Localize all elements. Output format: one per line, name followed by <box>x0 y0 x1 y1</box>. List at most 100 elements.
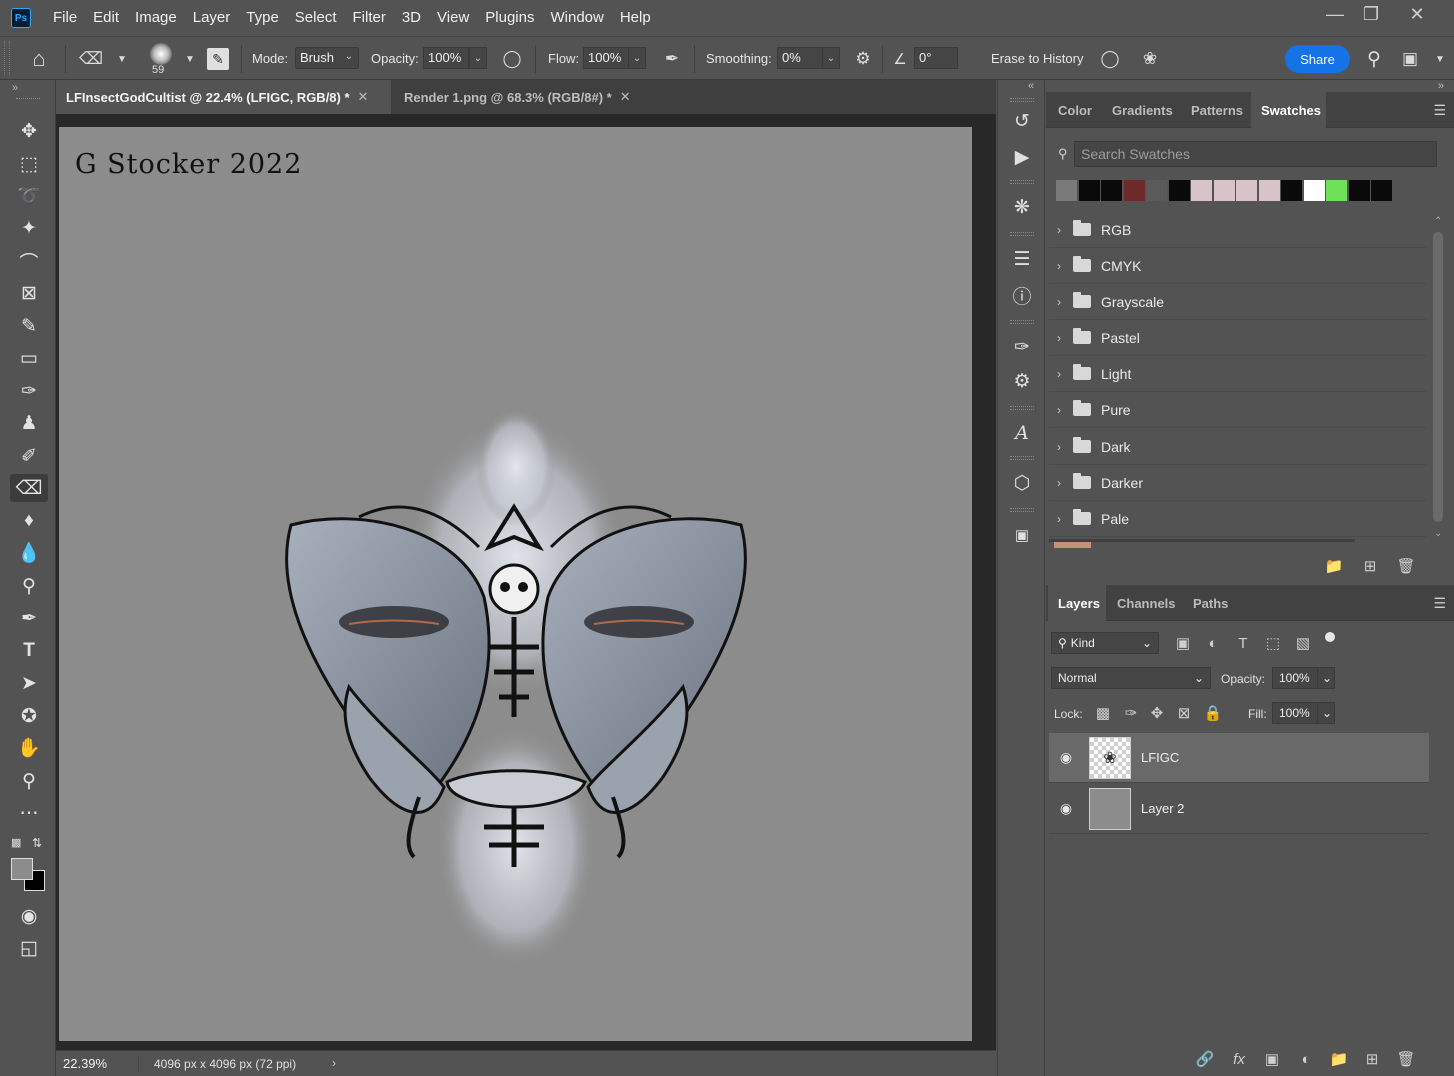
filter-type-icon[interactable]: T <box>1232 632 1254 654</box>
history-brush-tool-icon[interactable]: ✐ <box>10 442 48 470</box>
chevron-right-icon[interactable]: › <box>1049 259 1069 273</box>
pressure-size-icon[interactable]: ◯ <box>1098 47 1122 71</box>
flow-dropdown-icon[interactable]: ⌄ <box>628 47 646 69</box>
chevron-right-icon[interactable]: › <box>1049 295 1069 309</box>
angle-input[interactable]: 0° <box>914 47 958 69</box>
swatch-group-pastel[interactable]: › Pastel <box>1049 320 1426 356</box>
panel-menu-icon[interactable]: ☰ <box>1433 595 1446 612</box>
tab-paths[interactable]: Paths <box>1183 585 1238 621</box>
chevron-right-icon[interactable]: › <box>1049 440 1069 454</box>
menu-3d[interactable]: 3D <box>394 0 429 36</box>
lock-transparent-icon[interactable]: ▩ <box>1092 702 1114 724</box>
swatch-group-grayscale[interactable]: › Grayscale <box>1049 284 1426 320</box>
recent-swatch[interactable] <box>1191 180 1212 201</box>
minimize-icon[interactable]: — <box>1315 0 1355 28</box>
flow-input[interactable]: 100% <box>583 47 629 69</box>
chevron-right-icon[interactable]: › <box>1049 223 1069 237</box>
recent-swatch[interactable] <box>1101 180 1122 201</box>
tab-patterns[interactable]: Patterns <box>1181 92 1253 128</box>
actions-play-icon[interactable]: ▶ <box>1007 142 1037 172</box>
lock-position-icon[interactable]: ✥ <box>1146 702 1168 724</box>
maximize-icon[interactable]: ❐ <box>1351 0 1391 28</box>
trash-icon[interactable]: 🗑 <box>1395 555 1417 577</box>
swatches-search-input[interactable]: Search Swatches <box>1074 141 1437 167</box>
menu-layer[interactable]: Layer <box>185 0 239 36</box>
foreground-color-swatch[interactable] <box>11 858 33 880</box>
recent-swatch[interactable] <box>1281 180 1302 201</box>
more-tools-icon[interactable]: ⋯ <box>10 799 48 827</box>
layer-opacity-input[interactable]: 100% <box>1272 667 1318 689</box>
layer-row-layer-2[interactable]: ◉ Layer 2 <box>1049 784 1429 834</box>
trash-icon[interactable]: 🗑 <box>1395 1048 1417 1070</box>
vertical-scrollbar[interactable] <box>1433 232 1443 522</box>
new-swatch-icon[interactable]: ⊞ <box>1359 555 1381 577</box>
recent-swatch[interactable] <box>1326 180 1347 201</box>
menu-file[interactable]: File <box>45 0 85 36</box>
recent-swatch[interactable] <box>1123 180 1145 201</box>
blur-tool-icon[interactable]: 💧 <box>10 539 48 567</box>
panel-menu-icon[interactable]: ☰ <box>1433 102 1446 119</box>
swatch-group-dark[interactable]: › Dark <box>1049 429 1426 465</box>
marquee-tool-icon[interactable]: ⬚ <box>10 150 48 178</box>
menu-view[interactable]: View <box>429 0 477 36</box>
chevron-down-icon[interactable]: ▼ <box>110 47 134 71</box>
menu-help[interactable]: Help <box>612 0 659 36</box>
filter-adjustment-icon[interactable]: ◐ <box>1202 632 1224 654</box>
gear-icon[interactable]: ⚙ <box>851 47 875 71</box>
menu-select[interactable]: Select <box>287 0 345 36</box>
partial-swatch[interactable] <box>1054 541 1091 548</box>
eyedropper-tool-icon[interactable]: ✎ <box>10 312 48 340</box>
tab-lfinsectgodcultist[interactable]: LFInsectGodCultist @ 22.4% (LFIGC, RGB/8… <box>56 80 391 114</box>
strip-grip[interactable] <box>1010 320 1034 324</box>
share-button[interactable]: Share <box>1285 45 1350 73</box>
eye-icon[interactable]: ◉ <box>1049 800 1083 817</box>
brushes-icon[interactable]: ✑ <box>1007 332 1037 362</box>
chevron-right-icon[interactable]: › <box>1049 331 1069 345</box>
collapse-strip-icon[interactable]: « <box>1028 80 1034 92</box>
type-tool-icon[interactable]: T <box>10 637 48 665</box>
tab-channels[interactable]: Channels <box>1107 585 1186 621</box>
crop-tool-icon[interactable]: ⌒ <box>10 247 48 275</box>
strip-grip[interactable] <box>1010 508 1034 512</box>
chevron-down-icon[interactable]: ⌄ <box>1317 702 1335 724</box>
filter-toggle-icon[interactable] <box>1325 632 1335 642</box>
toolbar-grip[interactable] <box>16 98 40 101</box>
strip-grip[interactable] <box>1010 456 1034 460</box>
tab-swatches[interactable]: Swatches <box>1251 92 1326 128</box>
pen-tool-icon[interactable]: ✒ <box>10 604 48 632</box>
history-icon[interactable]: ↺ <box>1007 106 1037 136</box>
new-group-icon[interactable]: 📁 <box>1328 1048 1350 1070</box>
lock-artboard-icon[interactable]: ⊠ <box>1173 702 1195 724</box>
shape-tool-icon[interactable]: ✪ <box>10 702 48 730</box>
chevron-right-icon[interactable]: › <box>332 1056 336 1070</box>
chevron-right-icon[interactable]: › <box>1049 512 1069 526</box>
workspace-icon[interactable]: ▣ <box>1398 47 1422 71</box>
swatch-group-cmyk[interactable]: › CMYK <box>1049 248 1426 284</box>
swatch-group-darker[interactable]: › Darker <box>1049 465 1426 501</box>
healing-brush-tool-icon[interactable]: ▭ <box>10 344 48 372</box>
chevron-down-icon[interactable]: ▼ <box>178 47 202 71</box>
symmetry-butterfly-icon[interactable]: ❀ <box>1138 47 1162 71</box>
chevron-right-icon[interactable]: › <box>1049 403 1069 417</box>
dodge-tool-icon[interactable]: ⚲ <box>10 572 48 600</box>
zoom-level[interactable]: 22.39% <box>63 1056 107 1071</box>
path-selection-tool-icon[interactable]: ➤ <box>10 669 48 697</box>
chevron-right-icon[interactable]: › <box>1049 367 1069 381</box>
adjustments-icon[interactable]: ☰ <box>1007 244 1037 274</box>
brush-tool-icon[interactable]: ✑ <box>10 377 48 405</box>
options-grip[interactable] <box>4 41 10 75</box>
swap-colors-icon[interactable]: ⇅ <box>32 836 42 850</box>
fill-input[interactable]: 100% <box>1272 702 1318 724</box>
close-icon[interactable]: ✕ <box>620 89 631 105</box>
recent-swatch[interactable] <box>1146 180 1167 201</box>
smoothing-input[interactable]: 0% <box>777 47 823 69</box>
recent-swatch[interactable] <box>1303 180 1325 201</box>
lock-all-icon[interactable]: 🔒 <box>1202 702 1224 724</box>
swatch-group-rgb[interactable]: › RGB <box>1049 212 1426 248</box>
lock-image-icon[interactable]: ✑ <box>1120 702 1142 724</box>
close-icon[interactable]: ✕ <box>358 89 369 105</box>
recent-swatch[interactable] <box>1168 180 1190 201</box>
collapse-panels-icon[interactable]: » <box>1438 80 1444 92</box>
scroll-down-icon[interactable]: ⌄ <box>1434 528 1442 539</box>
tab-color[interactable]: Color <box>1048 92 1102 128</box>
